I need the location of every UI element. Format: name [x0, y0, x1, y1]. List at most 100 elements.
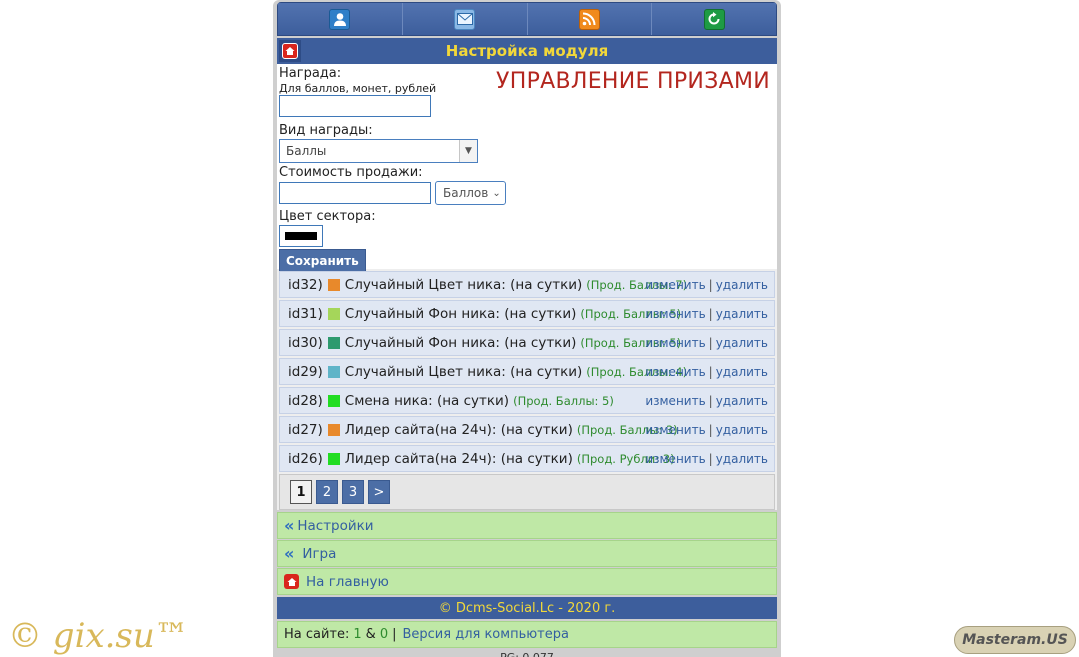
- list-item: id30) Случайный Фон ника: (на сутки) (Прод…: [279, 329, 775, 356]
- actions-separator: |: [708, 393, 713, 408]
- next-page-button[interactable]: >: [368, 480, 390, 504]
- item-id: id28): [288, 392, 323, 409]
- section-heading: УПРАВЛЕНИЕ ПРИЗАМИ: [496, 69, 770, 94]
- price-input[interactable]: [279, 182, 431, 204]
- online-sep: |: [392, 627, 397, 642]
- settings-link[interactable]: « Настройки: [277, 512, 777, 539]
- refresh-button[interactable]: [652, 3, 776, 35]
- price-currency-value: Баллов: [443, 186, 489, 200]
- online-amp: &: [365, 627, 376, 642]
- list-item: id32) Случайный Цвет ника: (на сутки) (Про…: [279, 271, 775, 298]
- back-arrows-icon: «: [284, 516, 295, 535]
- settings-link-label: Настройки: [297, 517, 374, 534]
- page-2-button[interactable]: 2: [316, 480, 338, 504]
- item-actions: изменить | удалить: [645, 452, 768, 466]
- item-title: Лидер сайта(на 24ч): (на сутки): [344, 421, 573, 438]
- item-actions: изменить | удалить: [645, 365, 768, 379]
- delete-link[interactable]: удалить: [716, 307, 768, 321]
- reward-type-value: Баллы: [286, 144, 327, 158]
- item-color-swatch: [327, 423, 340, 436]
- item-actions: изменить | удалить: [645, 307, 768, 321]
- user-icon: [329, 8, 351, 30]
- item-id: id30): [288, 334, 323, 351]
- item-color-swatch: [327, 452, 340, 465]
- item-title: Случайный Цвет ника: (на сутки): [344, 276, 583, 293]
- chevron-down-icon: ▼: [459, 140, 477, 162]
- delete-link[interactable]: удалить: [716, 336, 768, 350]
- guests-count-link[interactable]: 0: [380, 627, 388, 642]
- content-column: Настройка модуля УПРАВЛЕНИЕ ПРИЗАМИ Нагр…: [277, 2, 777, 657]
- item-color-swatch: [327, 278, 340, 291]
- item-actions: изменить | удалить: [645, 336, 768, 350]
- delete-link[interactable]: удалить: [716, 365, 768, 379]
- edit-link[interactable]: изменить: [645, 365, 705, 379]
- item-title: Случайный Фон ника: (на сутки): [344, 334, 577, 351]
- actions-separator: |: [708, 422, 713, 437]
- sector-color-label: Цвет сектора:: [279, 209, 376, 224]
- page-3-button[interactable]: 3: [342, 480, 364, 504]
- watermark-right: Masteram.US: [954, 626, 1076, 654]
- copyright-bar: © Dcms-Social.Lc - 2020 г.: [277, 597, 777, 619]
- item-id: id27): [288, 421, 323, 438]
- list-item: id26) Лидер сайта(на 24ч): (на сутки) (Про…: [279, 445, 775, 472]
- page-title: Настройка модуля: [445, 42, 609, 60]
- mobile-frame: Настройка модуля УПРАВЛЕНИЕ ПРИЗАМИ Нагр…: [273, 0, 781, 657]
- page-1-button[interactable]: 1: [290, 480, 312, 504]
- edit-link[interactable]: изменить: [645, 336, 705, 350]
- home-link-label: На главную: [306, 573, 389, 590]
- edit-link[interactable]: изменить: [645, 307, 705, 321]
- list-item: id28) Смена ника: (на сутки) (Прод. Баллы:…: [279, 387, 775, 414]
- top-nav: [277, 2, 777, 36]
- prize-form: УПРАВЛЕНИЕ ПРИЗАМИ Награда: Для баллов, …: [277, 64, 777, 274]
- sector-color-picker[interactable]: [279, 225, 323, 247]
- actions-separator: |: [708, 335, 713, 350]
- actions-separator: |: [708, 306, 713, 321]
- reward-type-label: Вид награды:: [279, 123, 373, 138]
- online-label: На сайте:: [284, 627, 350, 642]
- mail-button[interactable]: [402, 3, 528, 35]
- page: Настройка модуля УПРАВЛЕНИЕ ПРИЗАМИ Нагр…: [0, 0, 1079, 657]
- list-item: id29) Случайный Цвет ника: (на сутки) (Про…: [279, 358, 775, 385]
- price-label: Стоимость продажи:: [279, 165, 423, 180]
- generation-time: PG: 0.077: [277, 648, 777, 657]
- actions-separator: |: [708, 451, 713, 466]
- item-color-swatch: [327, 394, 340, 407]
- reward-type-select[interactable]: Баллы ▼: [279, 139, 478, 163]
- home-link[interactable]: На главную: [277, 568, 777, 595]
- item-actions: изменить | удалить: [645, 278, 768, 292]
- color-swatch: [285, 232, 317, 240]
- title-bar: Настройка модуля: [277, 38, 777, 64]
- home-icon: [284, 574, 299, 589]
- delete-link[interactable]: удалить: [716, 278, 768, 292]
- game-link[interactable]: « Игра: [277, 540, 777, 567]
- price-currency-select[interactable]: Баллов ⌄: [435, 181, 506, 205]
- edit-link[interactable]: изменить: [645, 278, 705, 292]
- nav-links: « Настройки « Игра На главную: [277, 512, 777, 595]
- actions-separator: |: [708, 277, 713, 292]
- item-actions: изменить | удалить: [645, 423, 768, 437]
- online-count-link[interactable]: 1: [353, 627, 361, 642]
- item-color-swatch: [327, 336, 340, 349]
- item-id: id31): [288, 305, 323, 322]
- back-arrows-icon: «: [284, 544, 295, 563]
- profile-button[interactable]: [278, 3, 403, 35]
- price-row: Баллов ⌄: [279, 181, 775, 205]
- item-id: id29): [288, 363, 323, 380]
- edit-link[interactable]: изменить: [645, 394, 705, 408]
- list-item: id31) Случайный Фон ника: (на сутки) (Прод…: [279, 300, 775, 327]
- rss-button[interactable]: [527, 3, 653, 35]
- delete-link[interactable]: удалить: [716, 423, 768, 437]
- edit-link[interactable]: изменить: [645, 423, 705, 437]
- delete-link[interactable]: удалить: [716, 394, 768, 408]
- chevron-down-icon: ⌄: [492, 187, 501, 199]
- item-id: id32): [288, 276, 323, 293]
- reward-input[interactable]: [279, 95, 431, 117]
- desktop-version-link[interactable]: Версия для компьютера: [402, 627, 568, 642]
- watermark-left: © gix.su™: [8, 616, 189, 656]
- refresh-icon: [703, 8, 725, 30]
- delete-link[interactable]: удалить: [716, 452, 768, 466]
- item-title: Лидер сайта(на 24ч): (на сутки): [344, 450, 573, 467]
- pagination: 1 2 3 >: [279, 474, 775, 510]
- actions-separator: |: [708, 364, 713, 379]
- edit-link[interactable]: изменить: [645, 452, 705, 466]
